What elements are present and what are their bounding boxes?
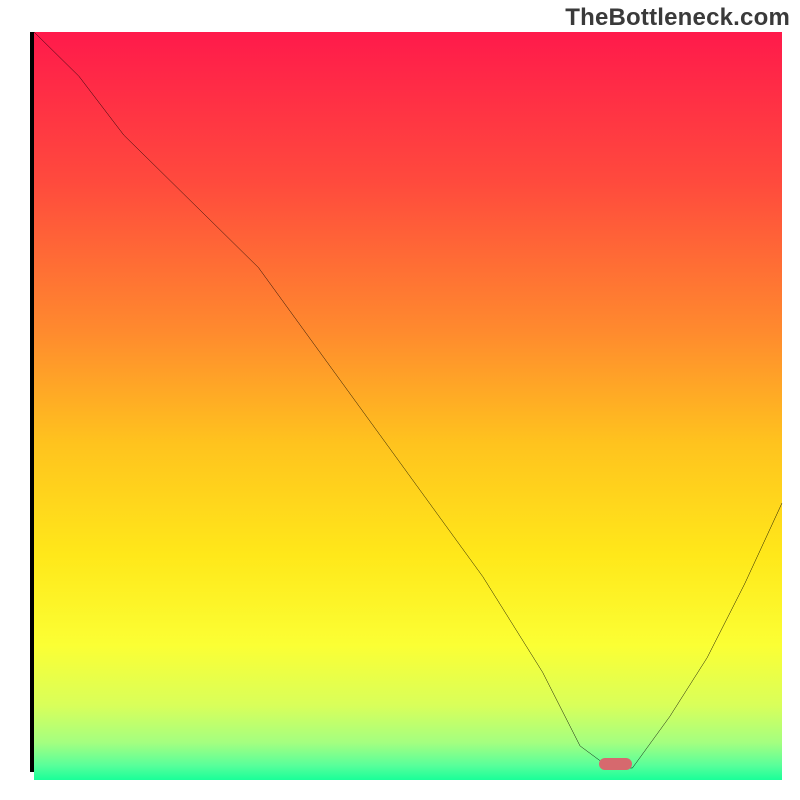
plot-area (30, 32, 782, 772)
watermark-text: TheBottleneck.com (565, 4, 790, 32)
chart-frame: TheBottleneck.com (0, 0, 800, 800)
optimal-marker (599, 758, 633, 770)
bottleneck-curve (34, 32, 782, 768)
